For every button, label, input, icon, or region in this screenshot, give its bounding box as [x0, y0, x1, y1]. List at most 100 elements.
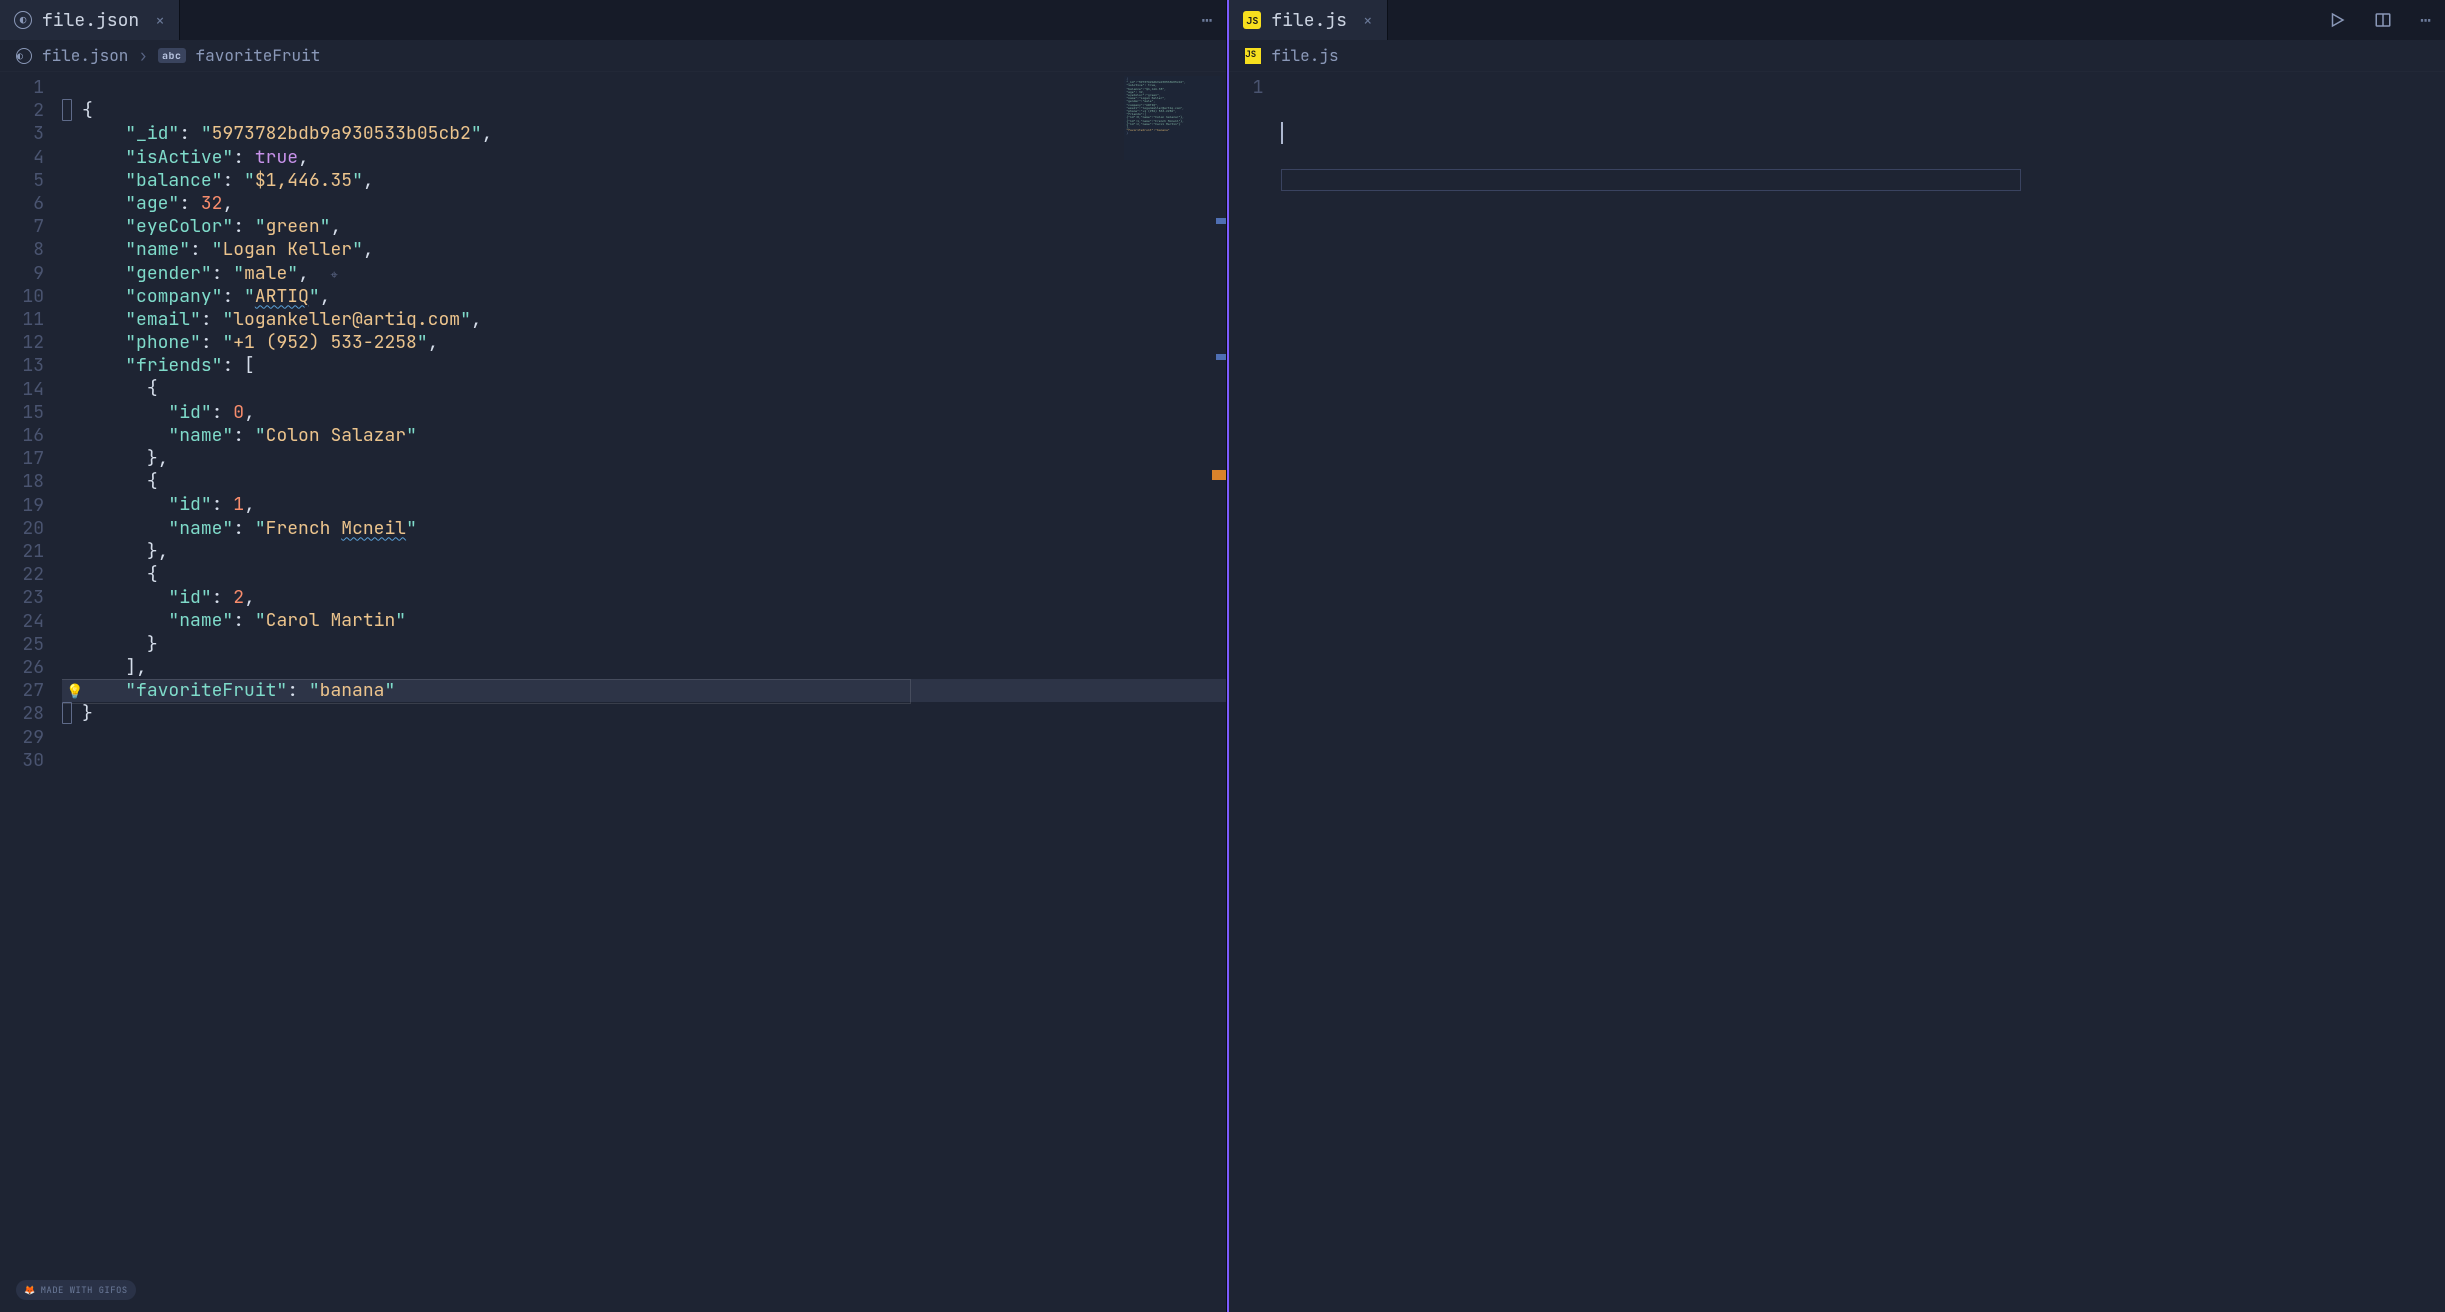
text-cursor [1281, 122, 1283, 144]
lightbulb-icon[interactable]: 💡 [66, 681, 83, 704]
code-line: "name": "Colon Salazar" [62, 424, 1226, 447]
line-number: 29 [0, 726, 44, 749]
app-root: ◐ file.json × ⋯ ◐ file.json › abc favori… [0, 0, 2445, 1312]
overview-mark [1212, 470, 1226, 480]
code-line: "isActive": true, [62, 146, 1226, 169]
json-file-icon: ◐ [16, 48, 32, 64]
line-number: 23 [0, 586, 44, 609]
tab-overflow-icon[interactable]: ⋯ [1188, 9, 1227, 32]
active-line-highlight [1281, 169, 2021, 191]
line-number: 3 [0, 122, 44, 145]
tab-overflow-icon[interactable]: ⋯ [2406, 9, 2445, 32]
line-gutter: 1 [1229, 72, 1281, 1312]
js-file-icon: JS [1243, 11, 1261, 29]
code-line: "name": "Carol Martin" [62, 609, 1226, 632]
overview-mark [1216, 354, 1226, 360]
line-number: 24 [0, 610, 44, 633]
breadcrumb-symbol[interactable]: favoriteFruit [196, 45, 321, 66]
code-line: "name": "Logan Keller", [62, 238, 1226, 261]
line-number: 1 [1229, 76, 1263, 99]
line-number: 25 [0, 633, 44, 656]
code-line: }, [62, 447, 1226, 470]
line-number: 7 [0, 215, 44, 238]
line-number: 2 [0, 99, 44, 122]
code-line [62, 76, 1226, 99]
code-editor-right[interactable]: 1 [1229, 72, 2445, 1312]
close-icon[interactable]: × [1363, 10, 1373, 31]
gifos-badge: 🦊 MADE WITH GIFOS [16, 1280, 136, 1300]
code-line [1281, 122, 2445, 145]
tab-bar-left: ◐ file.json × ⋯ [0, 0, 1226, 40]
editor-pane-right: JS file.js × ⋯ JS file.js 1 [1229, 0, 2445, 1312]
run-icon[interactable] [2314, 11, 2360, 29]
line-number: 12 [0, 331, 44, 354]
code-line: { [62, 470, 1226, 493]
code-line: "id": 0, [62, 401, 1226, 424]
symbol-kind-badge: abc [158, 48, 186, 63]
tab-bar-right: JS file.js × ⋯ [1229, 0, 2445, 40]
line-number: 17 [0, 447, 44, 470]
line-number: 19 [0, 494, 44, 517]
code-line: ], [62, 656, 1226, 679]
line-gutter: 1 2 3 4 5 6 7 8 9 10 11 12 13 14 15 16 1… [0, 72, 62, 1312]
line-number: 4 [0, 146, 44, 169]
line-number: 28 [0, 702, 44, 725]
breadcrumb-right: JS file.js [1229, 40, 2445, 72]
code-line [62, 748, 1226, 771]
code-line: } [62, 633, 1226, 656]
code-line [62, 725, 1226, 748]
code-line: { [62, 563, 1226, 586]
tab-file-json[interactable]: ◐ file.json × [0, 0, 180, 40]
line-number: 27 [0, 679, 44, 702]
line-number: 5 [0, 169, 44, 192]
code-line: { [62, 377, 1226, 400]
gifos-label: MADE WITH GIFOS [41, 1284, 128, 1296]
code-line: "phone": "+1 (952) 533-2258", [62, 331, 1226, 354]
line-number: 1 [0, 76, 44, 99]
code-line: { [62, 99, 1226, 122]
code-content[interactable]: { "_id": "5973782bdb9a930533b05cb2", "is… [62, 72, 1226, 1312]
line-number: 22 [0, 563, 44, 586]
tab-label: file.js [1271, 9, 1347, 32]
breadcrumb-left: ◐ file.json › abc favoriteFruit [0, 40, 1226, 72]
line-number: 11 [0, 308, 44, 331]
breadcrumb-file[interactable]: file.json [42, 45, 128, 66]
line-number: 9 [0, 262, 44, 285]
line-number: 26 [0, 656, 44, 679]
line-number: 15 [0, 401, 44, 424]
fox-icon: 🦊 [24, 1284, 36, 1296]
code-line: "id": 2, [62, 586, 1226, 609]
code-line: "id": 1, [62, 493, 1226, 516]
line-number: 13 [0, 354, 44, 377]
js-file-icon: JS [1245, 48, 1261, 64]
code-line: } [62, 702, 1226, 725]
close-icon[interactable]: × [155, 10, 165, 31]
code-line: "gender": "male", ⌖ [62, 262, 1226, 285]
overview-mark [1216, 218, 1226, 224]
line-number: 20 [0, 517, 44, 540]
code-line: "_id": "5973782bdb9a930533b05cb2", [62, 122, 1226, 145]
code-line: "friends": [ [62, 354, 1226, 377]
line-number: 21 [0, 540, 44, 563]
line-number: 18 [0, 470, 44, 493]
line-number: 6 [0, 192, 44, 215]
code-line: "name": "French Mcneil" [62, 517, 1226, 540]
code-line: "company": "ARTIQ", [62, 285, 1226, 308]
line-number: 14 [0, 378, 44, 401]
minimap[interactable]: { "_id":"5973782bdb9a930533b05cb2", "isA… [1124, 76, 1222, 160]
tab-label: file.json [42, 9, 139, 32]
code-editor-left[interactable]: 1 2 3 4 5 6 7 8 9 10 11 12 13 14 15 16 1… [0, 72, 1226, 1312]
overview-ruler [1214, 72, 1226, 1312]
code-line: "eyeColor": "green", [62, 215, 1226, 238]
code-line: "age": 32, [62, 192, 1226, 215]
code-content[interactable] [1281, 72, 2445, 1312]
json-file-icon: ◐ [14, 11, 32, 29]
line-number: 8 [0, 238, 44, 261]
code-line: "email": "logankeller@artiq.com", [62, 308, 1226, 331]
editor-pane-left: ◐ file.json × ⋯ ◐ file.json › abc favori… [0, 0, 1227, 1312]
code-line: }, [62, 540, 1226, 563]
breadcrumb-file[interactable]: file.js [1271, 45, 1338, 66]
line-number: 10 [0, 285, 44, 308]
split-editor-icon[interactable] [2360, 11, 2406, 29]
tab-file-js[interactable]: JS file.js × [1229, 0, 1387, 40]
